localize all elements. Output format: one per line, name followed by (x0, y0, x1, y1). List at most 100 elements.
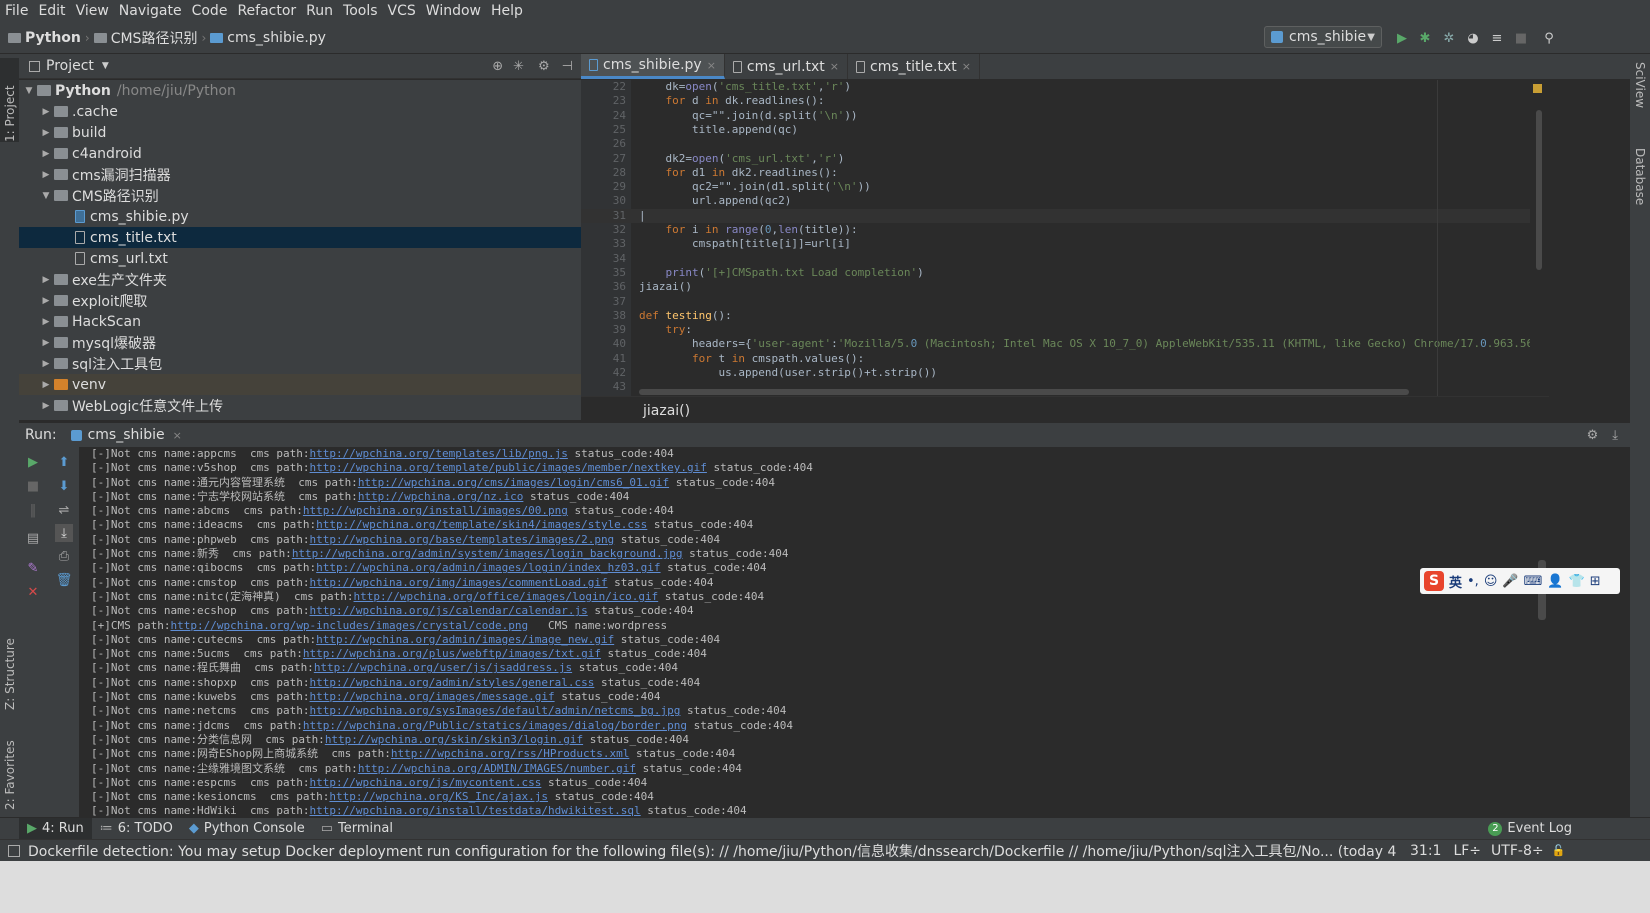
tree-folder[interactable]: ▶ exploit爬取 (19, 290, 581, 311)
status-message[interactable]: Dockerfile detection: You may setup Dock… (28, 841, 1398, 861)
tree-file[interactable]: cms_title.txt (19, 227, 581, 248)
breadcrumb-file[interactable]: cms_shibie.py (206, 30, 330, 46)
menu-tools[interactable]: Tools (338, 0, 383, 22)
gear-icon[interactable]: ⚙ (1587, 428, 1599, 443)
tree-folder[interactable]: ▶ venv (19, 374, 581, 395)
skin-icon[interactable]: 👕 (1569, 574, 1585, 589)
console-link[interactable]: http://wpchina.org/templates/lib/png.js (310, 447, 568, 460)
print-icon[interactable]: ⎙ (55, 547, 73, 565)
chevron-right-icon[interactable]: ▶ (40, 296, 52, 306)
chevron-right-icon[interactable]: ▶ (40, 149, 52, 159)
scroll-to-end-icon[interactable]: ⤓ (55, 524, 73, 542)
menu-run[interactable]: Run (301, 0, 338, 22)
chevron-right-icon[interactable]: ▶ (40, 128, 52, 138)
menu-file[interactable]: File (0, 0, 33, 22)
sciview-tool-button[interactable]: SciView (1631, 62, 1649, 142)
tree-folder[interactable]: ▶ sql注入工具包 (19, 353, 581, 374)
scroll-up-icon[interactable]: ⬆ (55, 453, 73, 471)
console-link[interactable]: http://wpchina.org/base/templates/images… (310, 533, 615, 546)
tab-run[interactable]: ▶ 4: Run (19, 817, 92, 840)
vertical-scrollbar[interactable] (1536, 110, 1542, 270)
hide-panel-icon[interactable]: ⊣ (562, 59, 573, 74)
tab-python-console[interactable]: ◆ Python Console (181, 818, 313, 840)
chevron-right-icon[interactable]: ▶ (40, 275, 52, 285)
menu-vcs[interactable]: VCS (383, 0, 421, 22)
tree-folder[interactable]: ▶ WebLogic任意文件上传 (19, 395, 581, 416)
run-tab[interactable]: cms_shibie × (70, 427, 182, 443)
chevron-down-icon[interactable]: ▼ (23, 86, 35, 96)
chevron-down-icon[interactable]: ▼ (40, 191, 52, 201)
lock-icon[interactable]: 🔓 (1552, 844, 1566, 857)
tree-folder[interactable]: ▶ HackScan (19, 311, 581, 332)
soft-wrap-icon[interactable]: ⇌ (55, 501, 73, 519)
status-toggle-icon[interactable] (8, 844, 20, 857)
menu-edit[interactable]: Edit (33, 0, 70, 22)
pause-icon[interactable]: ‖ (24, 501, 42, 519)
console-link[interactable]: http://wpchina.org/rss/HProducts.xml (391, 747, 629, 760)
close-icon[interactable]: × (707, 59, 716, 72)
horizontal-scrollbar[interactable] (639, 389, 1409, 395)
menu-refactor[interactable]: Refactor (232, 0, 301, 22)
menu-help[interactable]: Help (486, 0, 528, 22)
locate-icon[interactable]: ⊕ (492, 59, 503, 74)
run-console[interactable]: [-]Not cms name:appcms cms path:http://w… (79, 447, 1536, 817)
emoji-icon[interactable]: ☺ (1484, 574, 1498, 589)
user-icon[interactable]: 👤 (1547, 574, 1563, 589)
search-icon[interactable]: ⚲ (1540, 29, 1558, 47)
console-link[interactable]: http://wpchina.org/img/images/commentLoa… (310, 576, 608, 589)
breadcrumb-cms-folder[interactable]: CMS路径识别 (90, 28, 202, 48)
console-link[interactable]: http://wpchina.org/template/public/image… (310, 461, 707, 474)
menu-window[interactable]: Window (421, 0, 486, 22)
tab-cms-url-txt[interactable]: cms_url.txt × (725, 54, 849, 79)
layout-icon[interactable]: ▤ (24, 529, 42, 547)
scroll-down-icon[interactable]: ⬇ (55, 477, 73, 495)
run-config-select[interactable]: cms_shibie ▼ (1264, 26, 1382, 48)
debug-icon[interactable]: ✱ (1416, 29, 1434, 47)
console-link[interactable]: http://wpchina.org/js/mycontent.css (310, 776, 542, 789)
chevron-right-icon[interactable]: ▶ (40, 359, 52, 369)
tree-folder[interactable]: ▼ Python/home/jiu/Python (19, 80, 581, 101)
console-link[interactable]: http://wpchina.org/plus/webftp/images/tx… (303, 647, 601, 660)
console-link[interactable]: http://wpchina.org/admin/images/login/in… (316, 561, 660, 574)
close-icon[interactable]: × (962, 60, 971, 73)
caret-position[interactable]: 31:1 (1410, 843, 1441, 859)
gear-icon[interactable]: ⚙ (538, 59, 550, 74)
ime-toolbar[interactable]: S 英 •, ☺ 🎤 ⌨ 👤 👕 ⊞ (1420, 568, 1620, 594)
console-link[interactable]: http://wpchina.org/nz.ico (358, 490, 524, 503)
project-view-selector[interactable]: Project (46, 58, 94, 74)
menu-code[interactable]: Code (187, 0, 233, 22)
project-tool-button[interactable]: 1: Project (0, 58, 19, 142)
close-run-icon[interactable]: ✕ (24, 583, 42, 601)
line-separator[interactable]: LF÷ (1453, 843, 1481, 859)
hide-panel-icon[interactable]: ⤓ (1612, 428, 1618, 443)
tab-cms-title-txt[interactable]: cms_title.txt × (848, 54, 980, 79)
chevron-right-icon[interactable]: ▶ (40, 170, 52, 180)
tree-folder[interactable]: ▶ exe生产文件夹 (19, 269, 581, 290)
console-link[interactable]: http://wpchina.org/user/js/jsaddress.js (314, 661, 572, 674)
console-link[interactable]: http://wpchina.org/admin/system/images/l… (292, 547, 683, 560)
stop-icon[interactable]: ■ (24, 477, 42, 495)
console-link[interactable]: http://wpchina.org/ADMIN/IMAGES/number.g… (358, 762, 636, 775)
tab-todo[interactable]: ≔ 6: TODO (92, 818, 181, 840)
file-encoding[interactable]: UTF-8÷ (1491, 843, 1544, 859)
tree-file[interactable]: cms_url.txt (19, 248, 581, 269)
tab-cms-shibie-py[interactable]: cms_shibie.py × (581, 54, 725, 79)
tab-terminal[interactable]: ▭ Terminal (313, 818, 401, 840)
close-icon[interactable]: × (173, 429, 182, 442)
console-link[interactable]: http://wpchina.org/install/images/00.png (303, 504, 568, 517)
console-link[interactable]: http://wpchina.org/admin/styles/general.… (310, 676, 595, 689)
code-editor[interactable]: 22 dk=open('cms_title.txt','r') 23 for d … (581, 80, 1549, 396)
keyboard-icon[interactable]: ⌨ (1524, 574, 1543, 589)
menu-navigate[interactable]: Navigate (114, 0, 187, 22)
editor-breadcrumb[interactable]: jiazai() (581, 396, 1549, 422)
console-link[interactable]: http://wpchina.org/install/testdata/hdwi… (310, 804, 641, 817)
trash-icon[interactable]: 🗑 (55, 571, 73, 589)
microphone-icon[interactable]: 🎤 (1502, 574, 1518, 589)
tree-folder[interactable]: ▶ build (19, 122, 581, 143)
console-link[interactable]: http://wpchina.org/KS_Inc/ajax.js (329, 790, 548, 803)
toolbox-icon[interactable]: ⊞ (1590, 574, 1601, 589)
console-link[interactable]: http://wpchina.org/wp-includes/images/cr… (170, 619, 528, 632)
tree-folder[interactable]: ▶ cms漏洞扫描器 (19, 164, 581, 185)
tab-event-log[interactable]: 2 Event Log (1480, 818, 1580, 840)
chevron-right-icon[interactable]: ▶ (40, 317, 52, 327)
